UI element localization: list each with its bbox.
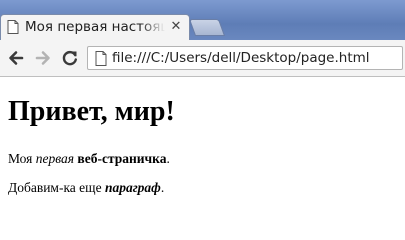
page-heading: Привет, мир! <box>8 96 175 127</box>
arrow-left-icon[interactable] <box>6 48 26 68</box>
paragraph-1-bold: веб-страничка <box>77 151 167 166</box>
page-content: Привет, мир! Моя первая веб-страничка. Д… <box>0 77 405 218</box>
paragraph-1-text: Моя <box>8 151 36 166</box>
address-bar[interactable]: file:///C:/Users/dell/Desktop/page.html <box>87 46 403 70</box>
paragraph-1: Моя первая веб-страничка. <box>8 151 170 167</box>
toolbar: file:///C:/Users/dell/Desktop/page.html <box>0 40 405 77</box>
page-icon <box>95 51 107 66</box>
paragraph-2: Добавим-ка еще параграф. <box>8 180 164 196</box>
tab-strip: Моя первая настоящ ✕ <box>0 0 405 40</box>
page-icon <box>7 20 19 34</box>
address-url: file:///C:/Users/dell/Desktop/page.html <box>112 50 370 66</box>
paragraph-1-italic: первая <box>35 151 75 166</box>
paragraph-1-end: . <box>166 151 170 166</box>
reload-icon[interactable] <box>60 48 80 68</box>
tab-active[interactable]: Моя первая настоящ ✕ <box>0 14 190 40</box>
paragraph-2-end: . <box>160 180 165 195</box>
paragraph-2-bold-italic: параграф <box>104 180 161 195</box>
new-tab-button[interactable] <box>188 19 226 36</box>
browser-window: Моя первая настоящ ✕ file:///C:/Users/de… <box>0 0 405 218</box>
close-icon[interactable]: ✕ <box>168 18 184 36</box>
tab-title: Моя первая настоящ <box>25 19 165 35</box>
paragraph-2-text: Добавим-ка еще <box>8 180 105 195</box>
arrow-right-icon[interactable] <box>33 48 53 68</box>
